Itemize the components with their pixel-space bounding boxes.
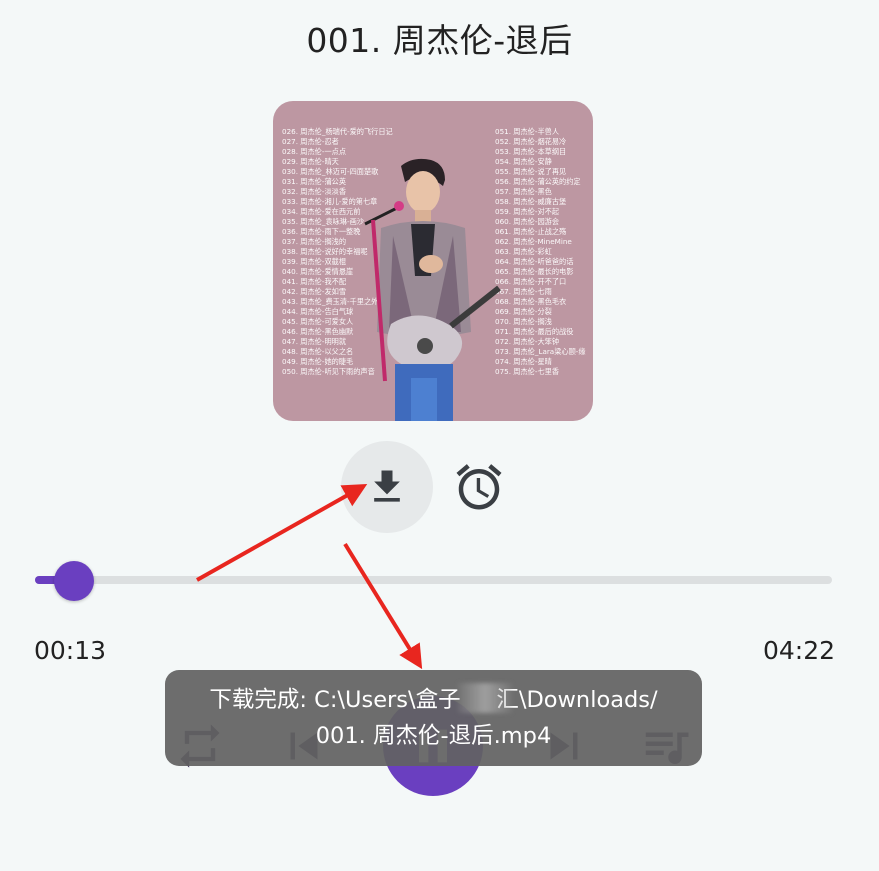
alarm-clock-icon bbox=[456, 464, 502, 510]
download-complete-toast: 下载完成: C:\Users\盒子 汇\Downloads/ 001. 周杰伦-… bbox=[165, 670, 702, 766]
total-time: 04:22 bbox=[763, 636, 836, 665]
download-icon bbox=[374, 470, 400, 502]
cover-track-line: 051. 周杰伦-半兽人 bbox=[495, 127, 560, 136]
toast-line-2: 001. 周杰伦-退后.mp4 bbox=[315, 723, 552, 749]
cover-track-line: 070. 周杰伦-搁浅 bbox=[495, 317, 552, 326]
cover-track-line: 027. 周杰伦-忍者 bbox=[282, 137, 339, 146]
cover-track-line: 069. 周杰伦-分裂 bbox=[495, 307, 552, 316]
redacted-username-blur bbox=[458, 683, 512, 713]
cover-track-line: 067. 周杰伦-七雨 bbox=[495, 287, 552, 296]
annotation-arrow-to-download bbox=[196, 484, 368, 582]
annotation-arrow-to-toast bbox=[343, 542, 423, 670]
cover-track-line: 057. 周杰伦-黑色 bbox=[495, 187, 552, 196]
cover-track-line: 075. 周杰伦-七里香 bbox=[495, 367, 560, 376]
cover-track-line: 073. 周杰伦_Lara梁心颐-缘 bbox=[495, 347, 586, 356]
current-time: 00:13 bbox=[34, 636, 107, 665]
album-cover: 026. 周杰伦_杨瑞代-爱的飞行日记 027. 周杰伦-忍者 028. 周杰伦-一… bbox=[273, 101, 593, 421]
cover-singer-figure bbox=[364, 158, 501, 421]
download-button[interactable] bbox=[341, 441, 433, 533]
cover-track-line: 055. 周杰伦-说了再见 bbox=[495, 167, 567, 176]
cover-track-line: 062. 周杰伦-MineMine bbox=[495, 237, 572, 246]
seek-bar-track[interactable] bbox=[35, 576, 832, 584]
cover-track-line: 053. 周杰伦-本草纲目 bbox=[495, 147, 567, 156]
cover-track-line: 064. 周杰伦-听爸爸的话 bbox=[495, 257, 574, 266]
cover-track-line: 059. 周杰伦-对不起 bbox=[495, 207, 560, 216]
cover-track-line: 066. 周杰伦-开不了口 bbox=[495, 277, 567, 286]
cover-track-line: 068. 周杰伦-黑色毛衣 bbox=[495, 297, 567, 306]
cover-tracklist-right: 051. 周杰伦-半兽人 052. 周杰伦-烟花易冷 053. 周杰伦-本草纲目 05… bbox=[495, 127, 586, 377]
toast-line-1: 下载完成: C:\Users\盒子 汇\Downloads/ bbox=[209, 687, 658, 713]
cover-track-line: 054. 周杰伦-安静 bbox=[495, 157, 552, 166]
cover-track-line: 026. 周杰伦_杨瑞代-爱的飞行日记 bbox=[282, 127, 393, 136]
cover-track-line: 065. 周杰伦-最长的电影 bbox=[495, 267, 574, 276]
cover-track-line: 071. 周杰伦-最后的战役 bbox=[495, 327, 574, 336]
cover-track-line: 061. 周杰伦-止战之殇 bbox=[495, 227, 567, 236]
song-title: 001. 周杰伦-退后 bbox=[306, 21, 573, 60]
cover-track-line: 058. 周杰伦-威廉古堡 bbox=[495, 197, 567, 206]
cover-track-line: 072. 周杰伦-大笨钟 bbox=[495, 337, 560, 346]
alarm-button[interactable] bbox=[433, 441, 525, 533]
cover-track-line: 074. 周杰伦-星晴 bbox=[495, 357, 552, 366]
cover-track-line: 060. 周杰伦-园游会 bbox=[495, 217, 560, 226]
seek-bar-thumb[interactable] bbox=[54, 561, 94, 601]
cover-track-line: 052. 周杰伦-烟花易冷 bbox=[495, 137, 567, 146]
cover-track-line: 056. 周杰伦-蒲公英的约定 bbox=[495, 177, 581, 186]
cover-track-line: 063. 周杰伦-彩虹 bbox=[495, 247, 552, 256]
